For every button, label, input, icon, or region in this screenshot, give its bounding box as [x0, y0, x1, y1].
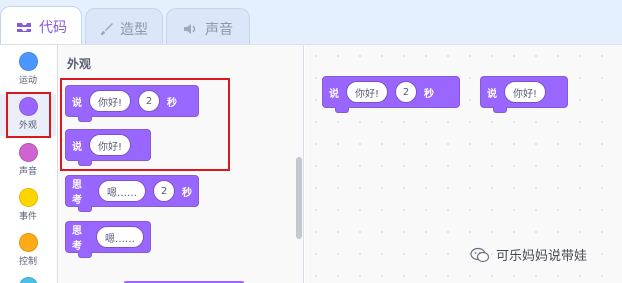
- looks-highlight-box: [6, 92, 51, 138]
- say-blocks-highlight-box: [60, 78, 230, 171]
- tab-code[interactable]: 代码: [0, 6, 82, 46]
- code-panel: 运动 外观 声音 事件 控制 外观 说 你好! 2 秒 说 你好! 思考 嗯………: [0, 44, 622, 283]
- seconds-input[interactable]: 2: [153, 180, 175, 202]
- message-input[interactable]: 你好!: [346, 81, 389, 103]
- sound-dot-icon: [18, 143, 38, 162]
- category-sensing[interactable]: [0, 277, 56, 283]
- canvas-say-for-secs-block[interactable]: 说 你好! 2 秒: [322, 76, 460, 113]
- tab-sounds-label: 声音: [205, 21, 233, 38]
- tab-code-label: 代码: [39, 19, 67, 36]
- palette-scrollbar[interactable]: [296, 157, 302, 239]
- tab-sounds[interactable]: 声音: [166, 8, 250, 48]
- paintbrush-icon: [100, 22, 114, 36]
- think-for-secs-block[interactable]: 思考 嗯…… 2 秒: [65, 175, 199, 212]
- editor-tab-bar: 代码 造型 声音: [0, 0, 622, 48]
- motion-dot-icon: [18, 52, 38, 71]
- think-block[interactable]: 思考 嗯……: [65, 221, 151, 258]
- category-motion[interactable]: 运动: [0, 52, 56, 86]
- wechat-icon: [470, 247, 490, 263]
- block-palette: 外观 说 你好! 2 秒 说 你好! 思考 嗯…… 2 秒 思考 嗯……: [58, 45, 304, 283]
- block-keyword: 思考: [72, 226, 82, 252]
- canvas-say-block[interactable]: 说 你好!: [480, 76, 568, 113]
- scratch-editor: 代码 造型 声音 运动 外观 声音 事件 控制 外观 说 你好! 2 秒 说 你…: [0, 0, 622, 283]
- block-keyword: 说: [487, 88, 497, 100]
- category-motion-label: 运动: [18, 76, 37, 86]
- control-dot-icon: [18, 233, 38, 252]
- code-icon: [15, 20, 33, 34]
- block-suffix: 秒: [182, 187, 192, 199]
- category-sound-label: 声音: [18, 167, 37, 177]
- message-input[interactable]: 你好!: [504, 81, 547, 103]
- palette-section-title: 外观: [67, 57, 92, 71]
- watermark: 可乐妈妈说带娃: [470, 245, 587, 264]
- events-dot-icon: [18, 188, 38, 207]
- category-events[interactable]: 事件: [0, 188, 56, 222]
- seconds-input[interactable]: 2: [395, 81, 418, 103]
- sensing-dot-icon: [18, 277, 38, 283]
- category-control-label: 控制: [18, 257, 37, 267]
- watermark-text: 可乐妈妈说带娃: [496, 249, 588, 264]
- category-sound[interactable]: 声音: [0, 143, 56, 177]
- tab-costumes-label: 造型: [120, 21, 148, 38]
- block-suffix: 秒: [424, 88, 435, 100]
- block-keyword: 说: [329, 88, 339, 100]
- category-menu: 运动 外观 声音 事件 控制: [0, 45, 58, 283]
- message-input[interactable]: 嗯……: [96, 226, 144, 248]
- speaker-icon: [183, 22, 199, 36]
- category-events-label: 事件: [18, 212, 37, 222]
- category-control[interactable]: 控制: [0, 233, 56, 267]
- block-keyword: 思考: [72, 180, 82, 206]
- tab-costumes[interactable]: 造型: [85, 8, 163, 48]
- message-input[interactable]: 嗯……: [98, 180, 146, 202]
